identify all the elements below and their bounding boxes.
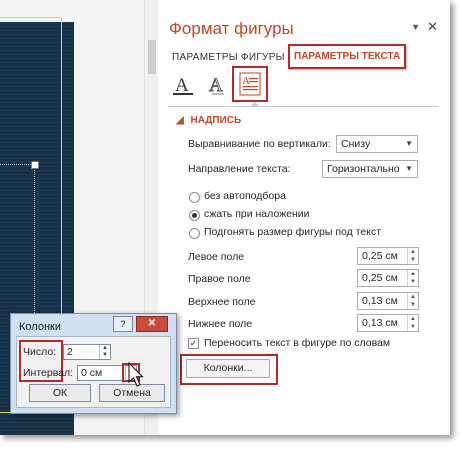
pane-divider: [168, 106, 438, 107]
text-direction-value: Горизонтально: [327, 163, 400, 175]
margin-bottom-label: Нижнее поле: [188, 318, 253, 330]
radio-no-autofit[interactable]: [189, 192, 200, 203]
margin-right-input[interactable]: 0,25 см ▲ ▼: [357, 269, 419, 287]
margin-top-input[interactable]: 0,13 см ▲ ▼: [357, 292, 419, 310]
wrap-text-label: Переносить текст в фигуре по словам: [204, 337, 391, 349]
spinner-arrows-icon[interactable]: ▲▼: [407, 270, 418, 286]
columns-dialog: Колонки ? ✕ Число: 2 ▲▼ Интервал: 0 см ▲…: [10, 313, 177, 414]
vertical-align-value: Снизу: [341, 138, 371, 150]
radio-resize-shape-label: Подгонять размер фигуры под текст: [204, 226, 382, 238]
textbox-icon: A: [239, 72, 261, 96]
collapse-caret-icon: ◢: [176, 115, 184, 126]
textbox-tab-highlight[interactable]: A: [232, 66, 268, 102]
dialog-body: Число: 2 ▲▼ Интервал: 0 см ▲▼ ОК Отмена: [16, 336, 171, 408]
chevron-down-icon: ▼: [405, 139, 413, 148]
spinner-arrows-icon[interactable]: ▲▼: [407, 248, 418, 264]
radio-shrink-on-overflow-label: сжать при наложении: [204, 208, 310, 220]
tab-shape-options[interactable]: ПАРАМЕТРЫ ФИГУРЫ: [172, 52, 285, 63]
close-icon[interactable]: ✕: [427, 19, 438, 35]
help-button[interactable]: ?: [113, 316, 133, 332]
svg-text:A: A: [175, 75, 189, 96]
pane-title: Формат фигуры: [169, 19, 294, 38]
selection-outline-right: [34, 167, 35, 337]
columns-number-value: 2: [67, 346, 73, 358]
format-shape-pane: Формат фигуры ▼ ✕ ПАРАМЕТРЫ ФИГУРЫ ПАРАМ…: [158, 0, 450, 435]
chevron-down-icon: ▼: [405, 164, 413, 173]
radio-shrink-on-overflow[interactable]: [189, 210, 200, 221]
pane-options-icon[interactable]: ▼: [411, 22, 420, 32]
columns-spacing-label: Интервал:: [23, 367, 74, 379]
spinner-arrows-icon[interactable]: ▲▼: [407, 315, 418, 331]
ok-button[interactable]: ОК: [29, 384, 91, 402]
selection-outline-top: [0, 164, 31, 165]
margin-bottom-input[interactable]: 0,13 см ▲ ▼: [357, 314, 419, 332]
text-effects-icon[interactable]: A: [206, 74, 228, 96]
margin-right-value: 0,25 см: [362, 272, 398, 284]
columns-number-label: Число:: [23, 346, 57, 358]
margin-bottom-value: 0,13 см: [362, 317, 398, 329]
margin-top-label: Верхнее поле: [188, 296, 256, 308]
spinner-arrows-icon[interactable]: ▲▼: [407, 293, 418, 309]
margin-left-input[interactable]: 0,25 см ▲ ▼: [357, 247, 419, 265]
margin-right-label: Правое поле: [188, 273, 251, 285]
columns-number-input[interactable]: 2 ▲ ▼: [63, 344, 111, 360]
margin-left-value: 0,25 см: [362, 250, 398, 262]
tab-text-options[interactable]: ПАРАМЕТРЫ ТЕКСТА: [288, 44, 407, 69]
wrap-text-checkbox[interactable]: ✓: [188, 338, 199, 349]
text-fill-outline-icon[interactable]: A: [172, 74, 194, 96]
radio-no-autofit-label: без автоподбора: [204, 190, 286, 202]
vertical-align-dropdown[interactable]: Снизу ▼: [336, 135, 418, 153]
pane-divider-pointer: [251, 102, 259, 106]
svg-text:A: A: [209, 75, 223, 96]
window: Формат фигуры ▼ ✕ ПАРАМЕТРЫ ФИГУРЫ ПАРАМ…: [0, 0, 450, 435]
spinner-arrows-icon[interactable]: ▲▼: [99, 345, 110, 359]
margin-top-value: 0,13 см: [362, 295, 398, 307]
margin-left-label: Левое поле: [188, 251, 245, 263]
scrollbar-thumb[interactable]: [148, 40, 156, 74]
section-header-textbox[interactable]: ◢ НАДПИСЬ: [176, 115, 241, 126]
selection-handle[interactable]: [31, 161, 39, 169]
text-direction-label: Направление текста:: [188, 163, 291, 175]
dialog-close-button[interactable]: ✕: [136, 316, 168, 332]
radio-resize-shape[interactable]: [189, 228, 200, 239]
columns-spacing-value: 0 см: [81, 367, 103, 379]
section-title: НАДПИСЬ: [190, 115, 242, 126]
mouse-cursor-icon: [128, 362, 144, 387]
columns-button[interactable]: Колонки...: [186, 359, 270, 378]
vertical-align-label: Выравнивание по вертикали:: [188, 138, 331, 150]
text-direction-dropdown[interactable]: Горизонтально ▼: [322, 160, 418, 178]
dialog-title: Колонки: [19, 321, 61, 333]
svg-text:A: A: [242, 75, 250, 87]
